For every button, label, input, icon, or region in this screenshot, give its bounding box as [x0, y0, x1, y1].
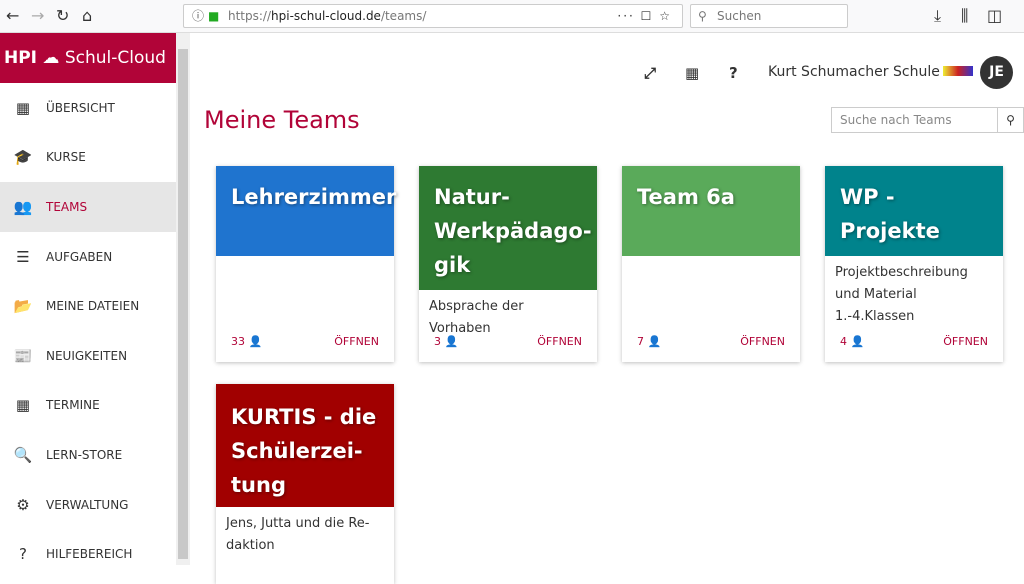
- browser-toolbar: ← → ↻ ⌂ ⓘ ■ https://hpi-schul-cloud.de/t…: [0, 0, 1024, 33]
- forward-icon[interactable]: →: [31, 6, 44, 25]
- help-icon[interactable]: ?: [729, 64, 738, 82]
- team-description: [622, 256, 800, 268]
- newspaper-icon: 📰: [13, 346, 33, 365]
- library-icon[interactable]: ⫼: [961, 6, 968, 26]
- dashboard-icon: ▦: [15, 98, 31, 117]
- sidebar-item-label: VERWALTUNG: [46, 497, 129, 512]
- sidebar-item-label: TEAMS: [46, 199, 88, 214]
- team-search-placeholder: Suche nach Teams: [840, 113, 952, 127]
- info-icon[interactable]: ⓘ: [192, 5, 204, 27]
- team-name[interactable]: Lehrerzimmer: [216, 166, 396, 256]
- team-name[interactable]: Team 6a: [622, 166, 800, 256]
- team-card[interactable]: WP - Projekte Projektbeschreibung und Ma…: [825, 166, 1003, 362]
- sidebar: HPI ☁ Schul-Cloud ▦ ÜBERSICHT 🎓 KURSE 👥 TEA…: [0, 33, 176, 565]
- sidebar-item-uebersicht[interactable]: ▦ ÜBERSICHT: [0, 83, 176, 133]
- users-icon: 👥: [13, 197, 33, 216]
- logo-name: Schul-Cloud: [64, 48, 166, 68]
- team-card[interactable]: KURTIS - die Schülerzei-tung Jens, Jutta…: [216, 384, 394, 584]
- qr-code-icon[interactable]: ▦: [685, 64, 699, 82]
- sidebar-item-neuigkeiten[interactable]: 📰 NEUIGKEITEN: [0, 331, 176, 381]
- logo[interactable]: HPI ☁ Schul-Cloud: [0, 33, 176, 83]
- sidebar-item-kurse[interactable]: 🎓 KURSE: [0, 133, 176, 183]
- logo-hpi: HPI: [4, 48, 38, 68]
- page-title: Meine Teams: [204, 106, 360, 134]
- team-name[interactable]: KURTIS - die Schülerzei-tung: [216, 384, 394, 507]
- user-icon: 👤: [248, 335, 263, 348]
- sidebar-item-aufgaben[interactable]: ☰ AUFGABEN: [0, 232, 176, 282]
- school-logo: [943, 66, 973, 76]
- cloud-icon: ☁: [42, 48, 60, 68]
- team-search-input[interactable]: Suche nach Teams ⚲: [831, 107, 1024, 133]
- tasks-icon: ☰: [16, 247, 30, 266]
- sidebar-item-teams[interactable]: 👥 TEAMS: [0, 182, 176, 232]
- search-icon[interactable]: ⚲: [997, 108, 1023, 132]
- member-count: 3 👤: [434, 335, 459, 348]
- member-count: 33 👤: [231, 335, 263, 348]
- browser-search[interactable]: ⚲ Suchen: [690, 4, 848, 28]
- page-actions-icons[interactable]: ··· ☐ ☆: [617, 5, 672, 27]
- sidebar-item-verwaltung[interactable]: ⚙ VERWALTUNG: [0, 480, 176, 530]
- member-count: 7 👤: [637, 335, 662, 348]
- sidebar-item-hilfebereich[interactable]: ? HILFEBEREICH: [0, 529, 176, 579]
- open-button[interactable]: ÖFFNEN: [537, 335, 582, 348]
- avatar[interactable]: JE: [980, 56, 1013, 89]
- url-bar[interactable]: ⓘ ■ https://hpi-schul-cloud.de/teams/ ··…: [183, 4, 683, 28]
- open-button[interactable]: ÖFFNEN: [943, 335, 988, 348]
- open-button[interactable]: ÖFFNEN: [334, 335, 379, 348]
- reload-icon[interactable]: ↻: [56, 6, 69, 25]
- user-icon: 👤: [444, 335, 459, 348]
- sidebar-item-label: AUFGABEN: [46, 249, 113, 264]
- sidebar-item-label: NEUIGKEITEN: [46, 348, 128, 363]
- browser-search-placeholder: Suchen: [717, 9, 762, 23]
- url-prefix: https://: [228, 9, 272, 23]
- team-name[interactable]: Natur-Werkpädago-gik: [419, 166, 597, 290]
- sidebar-item-label: KURSE: [46, 150, 86, 165]
- lock-icon: ■: [208, 9, 220, 23]
- team-description: Jens, Jutta und die Re-daktion: [226, 516, 370, 553]
- sidebar-scrollbar[interactable]: [176, 33, 190, 565]
- sidebar-item-label: ÜBERSICHT: [46, 100, 115, 115]
- home-icon[interactable]: ⌂: [82, 6, 92, 25]
- team-card[interactable]: Team 6a 7 👤 ÖFFNEN: [622, 166, 800, 362]
- sidebar-icon[interactable]: ◫: [987, 6, 1002, 25]
- member-count: 4 👤: [840, 335, 865, 348]
- team-description: Projektbeschreibung und Material 1.-4.Kl…: [835, 265, 968, 324]
- sidebar-item-lern-store[interactable]: 🔍 LERN-STORE: [0, 430, 176, 480]
- sidebar-item-label: MEINE DATEIEN: [46, 299, 140, 314]
- question-circle-icon: ?: [19, 545, 27, 564]
- team-description: [216, 256, 394, 268]
- team-card[interactable]: Natur-Werkpädago-gik Absprache der Vorha…: [419, 166, 597, 362]
- url-host: hpi-schul-cloud.de: [271, 9, 381, 23]
- gears-icon: ⚙: [16, 495, 30, 514]
- sidebar-item-label: HILFEBEREICH: [46, 547, 133, 562]
- user-icon: 👤: [850, 335, 865, 348]
- fullscreen-icon[interactable]: ⤢: [644, 64, 656, 82]
- sidebar-item-label: LERN-STORE: [46, 447, 123, 462]
- user-icon: 👤: [647, 335, 662, 348]
- search-icon: ⚲: [698, 9, 707, 23]
- school-name: Kurt Schumacher Schule: [768, 64, 940, 80]
- sidebar-item-dateien[interactable]: 📂 MEINE DATEIEN: [0, 281, 176, 331]
- search-icon: 🔍: [13, 445, 33, 464]
- sidebar-item-label: TERMINE: [46, 398, 100, 413]
- url-path: /teams/: [380, 9, 427, 23]
- calendar-icon: ▦: [15, 396, 31, 415]
- folder-icon: 📂: [13, 297, 33, 316]
- team-card[interactable]: Lehrerzimmer 33 👤 ÖFFNEN: [216, 166, 396, 362]
- team-name[interactable]: WP - Projekte: [825, 166, 1003, 256]
- download-icon[interactable]: ⤓: [934, 6, 941, 26]
- sidebar-item-termine[interactable]: ▦ TERMINE: [0, 381, 176, 431]
- back-icon[interactable]: ←: [6, 6, 19, 25]
- open-button[interactable]: ÖFFNEN: [740, 335, 785, 348]
- graduation-cap-icon: 🎓: [13, 148, 33, 167]
- scrollbar-thumb[interactable]: [178, 49, 188, 559]
